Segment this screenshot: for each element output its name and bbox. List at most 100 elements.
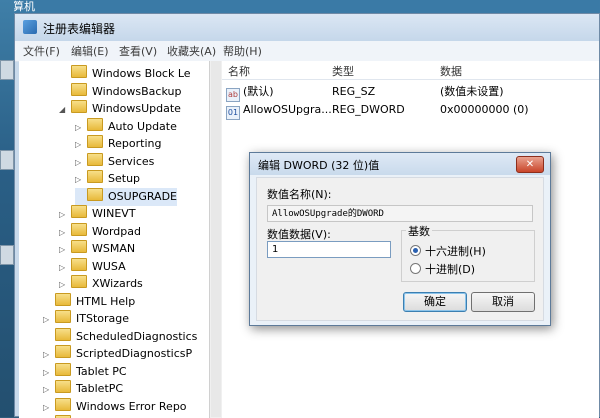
folder-icon [87,135,103,148]
tree-item-label: TabletPC [76,382,124,395]
list-header: 名称 类型 数据 [222,61,599,80]
edit-dword-dialog: 编辑 DWORD (32 位)值 ✕ 数值名称(N): AllowOSUpgra… [249,152,551,326]
tree-item-label: Auto Update [108,119,177,133]
value-data-input[interactable]: 1 [267,241,391,258]
folder-icon [55,310,71,323]
tree-item[interactable]: HTML Help [43,292,136,311]
tree-item[interactable]: ▷ Services [75,152,154,172]
expand-arrow-icon[interactable]: ▷ [59,259,67,277]
tree-item[interactable]: ▷ ScriptedDiagnosticsP [43,345,192,363]
folder-icon [71,205,87,218]
expand-arrow-icon[interactable]: ▷ [43,364,51,382]
folder-icon [55,380,71,393]
expand-arrow-icon[interactable]: ▷ [75,119,83,137]
folder-icon [71,275,87,288]
tree-item[interactable]: ▷ Tablet PC [43,362,127,382]
tree-item[interactable]: WindowsBackup [59,82,182,101]
menu-view[interactable]: 查看(V) [119,43,157,59]
expand-arrow-icon[interactable]: ▷ [43,381,51,399]
expand-arrow-icon[interactable]: ▷ [75,136,83,154]
menu-help[interactable]: 帮助(H) [223,43,262,59]
window-title: 注册表编辑器 [43,22,116,36]
desktop-shortcut-icon[interactable] [0,60,14,80]
folder-icon [71,240,87,253]
radio-hex[interactable]: 十六进制(H) [410,243,486,259]
tree-scroll-thumb[interactable] [211,61,221,417]
tree-item-label: HTML Help [76,294,136,308]
folder-icon [87,117,103,131]
tree-item[interactable]: ▷ WINEVT [59,205,136,223]
value-type-cell: REG_SZ [332,85,376,98]
tree-item[interactable]: ▷ ITStorage [43,310,129,328]
tree-item[interactable]: ▷ Setup [75,170,140,188]
ok-button[interactable]: 确定 [403,292,467,312]
cancel-button[interactable]: 取消 [471,292,535,312]
desktop-shortcut-icon[interactable] [0,245,14,265]
value-name-text: (默认) [243,85,274,98]
folder-icon [71,65,87,78]
tree-scrollbar[interactable] [209,61,223,418]
registry-tree: Windows Block Le WindowsBackup ◢ WindowsUpd… [19,61,210,418]
value-data-label: 数值数据(V): [267,228,331,241]
tree-item-label: WindowsBackup [92,84,182,98]
tree-item[interactable]: Windows Block Le [59,65,191,83]
tree-item-label: Reporting [108,137,162,150]
base-group: 基数 十六进制(H) 十进制(D) [401,223,535,282]
dword-value-icon: 01 [226,106,240,120]
dialog-title: 编辑 DWORD (32 位)值 [258,159,380,172]
tree-item[interactable]: OSUPGRADE [75,187,177,206]
column-type[interactable]: 类型 [332,63,354,79]
radio-decimal-indicator[interactable] [410,263,421,274]
radio-decimal-label: 十进制(D) [425,263,476,276]
tree-item[interactable]: ◢ WindowsUpdate [59,100,181,118]
expand-arrow-icon[interactable]: ▷ [59,276,67,294]
expand-arrow-icon[interactable]: ▷ [75,154,83,172]
tree-item[interactable]: ▷ WSMAN [59,240,135,258]
folder-icon [87,152,103,166]
expand-arrow-icon[interactable]: ◢ [59,101,67,119]
menu-file[interactable]: 文件(F) [23,43,60,59]
radio-hex-indicator[interactable] [410,245,421,256]
expand-arrow-icon[interactable]: ▷ [59,224,67,242]
tree-item-label: Wordpad [92,224,141,238]
expand-arrow-icon[interactable]: ▷ [43,399,51,417]
tree-item[interactable]: ▷ Windows Error Repo [43,397,187,417]
tree-item[interactable]: ▷ Wordpad [59,222,141,242]
tree-item-label: WindowsUpdate [92,102,181,115]
tree-item-label: WINEVT [92,207,136,220]
expand-arrow-icon[interactable]: ▷ [59,241,67,259]
expand-arrow-icon[interactable]: ▷ [59,206,67,224]
dialog-title-bar[interactable]: 编辑 DWORD (32 位)值 ✕ [250,153,550,175]
menu-edit[interactable]: 编辑(E) [71,43,109,59]
title-bar[interactable]: 注册表编辑器 [15,14,599,41]
tree-item[interactable]: ▷ XWizards [59,275,143,293]
value-name-label: 数值名称(N): [267,188,332,201]
close-button[interactable]: ✕ [516,156,544,173]
radio-hex-label: 十六进制(H) [425,245,486,258]
radio-decimal[interactable]: 十进制(D) [410,261,475,277]
regedit-app-icon [23,20,37,34]
column-name[interactable]: 名称 [228,63,250,79]
tree-item[interactable]: ▷ TabletPC [43,380,123,398]
desktop-top-strip: 计算机 [0,0,600,14]
folder-icon [55,345,71,358]
value-row[interactable]: 01 AllowOSUpgra... REG_DWORD 0x00000000 (0) [222,101,599,120]
desktop-shortcut-icon[interactable] [0,150,14,170]
tree-item-label: Windows Error Repo [76,399,187,413]
tree-item-label: XWizards [92,277,143,290]
tree-item[interactable]: ▷ Auto Update [75,117,177,137]
string-value-icon: ab [226,88,240,102]
folder-icon [71,100,87,113]
menu-favorites[interactable]: 收藏夹(A) [167,43,216,59]
tree-item[interactable]: ▷ WUSA [59,257,126,277]
value-name-field: AllowOSUpgrade的DWORD [267,205,533,222]
expand-arrow-icon[interactable]: ▷ [43,346,51,364]
column-data[interactable]: 数据 [440,63,462,79]
value-data-cell: 0x00000000 (0) [440,103,529,116]
tree-item[interactable]: ▷ Reporting [75,135,161,153]
tree-item[interactable]: ScheduledDiagnostics [43,327,197,346]
expand-arrow-icon[interactable]: ▷ [75,171,83,189]
expand-arrow-icon[interactable]: ▷ [43,311,51,329]
folder-icon [55,362,71,376]
value-row[interactable]: ab (默认) REG_SZ (数值未设置) [222,83,599,102]
